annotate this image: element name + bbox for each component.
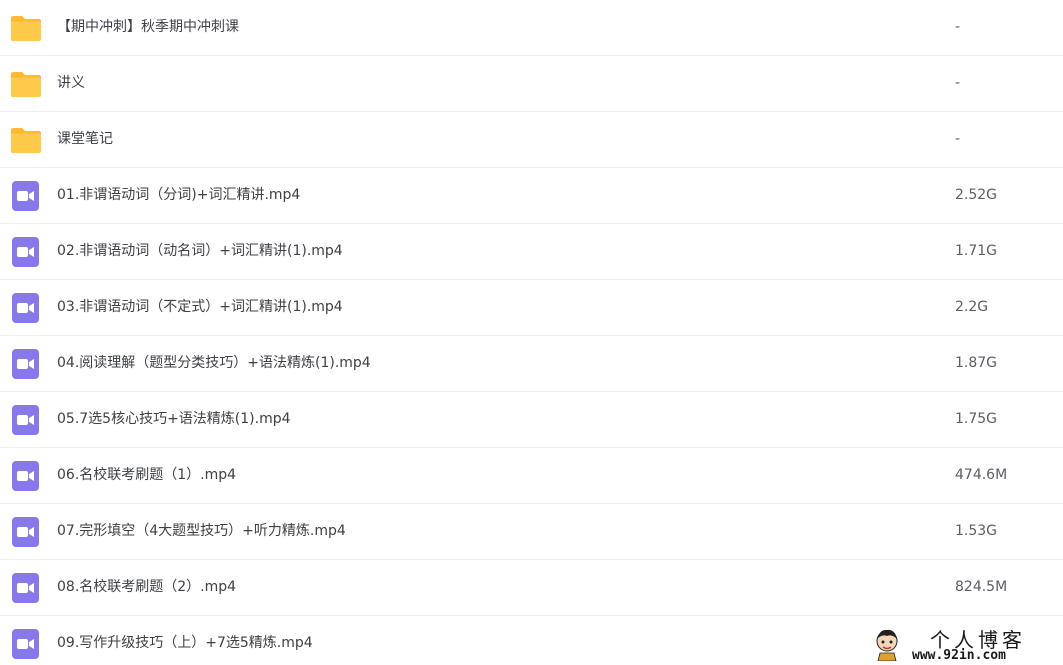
file-size: 2.2G (955, 299, 989, 315)
folder-icon (11, 128, 41, 153)
folder-icon (11, 16, 41, 41)
file-name[interactable]: 07.完形填空（4大题型技巧）+听力精炼.mp4 (57, 504, 346, 559)
file-size: 1.75G (955, 411, 998, 427)
video-file-icon (12, 517, 39, 547)
video-file-icon (12, 573, 39, 603)
file-size: 1.53G (955, 523, 998, 539)
file-size: 2.52G (955, 187, 998, 203)
file-size: 1.71G (955, 243, 998, 259)
video-file-icon (12, 349, 39, 379)
file-size: - (955, 131, 961, 147)
file-name[interactable]: 【期中冲刺】秋季期中冲刺课 (57, 0, 239, 55)
blog-watermark: 个人博客 www.92in.com (870, 622, 1063, 665)
file-row[interactable]: 06.名校联考刷题（1）.mp4 474.6M (0, 448, 1063, 504)
file-row[interactable]: 讲义 - (0, 56, 1063, 112)
file-row[interactable]: 课堂笔记 - (0, 112, 1063, 168)
file-size: 474.6M (955, 467, 1008, 483)
video-file-icon (12, 181, 39, 211)
folder-icon (11, 72, 41, 97)
file-row[interactable]: 01.非谓语动词（分词)+词汇精讲.mp4 2.52G (0, 168, 1063, 224)
file-size: 824.5M (955, 579, 1008, 595)
file-name[interactable]: 06.名校联考刷题（1）.mp4 (57, 448, 236, 503)
video-file-icon (12, 293, 39, 323)
file-row[interactable]: 08.名校联考刷题（2）.mp4 824.5M (0, 560, 1063, 616)
file-row[interactable]: 05.7选5核心技巧+语法精炼(1).mp4 1.75G (0, 392, 1063, 448)
file-row[interactable]: 07.完形填空（4大题型技巧）+听力精炼.mp4 1.53G (0, 504, 1063, 560)
mascot-icon (876, 629, 898, 661)
file-list: 【期中冲刺】秋季期中冲刺课 - 讲义 - 课堂笔记 - 01.非谓语动词（分词)… (0, 0, 1063, 665)
file-row[interactable]: 02.非谓语动词（动名词）+词汇精讲(1).mp4 1.71G (0, 224, 1063, 280)
file-row[interactable]: 03.非谓语动词（不定式）+词汇精讲(1).mp4 2.2G (0, 280, 1063, 336)
file-name[interactable]: 04.阅读理解（题型分类技巧）+语法精炼(1).mp4 (57, 336, 371, 391)
file-size: 1.87G (955, 355, 998, 371)
file-name[interactable]: 01.非谓语动词（分词)+词汇精讲.mp4 (57, 168, 300, 223)
file-name[interactable]: 09.写作升级技巧（上）+7选5精炼.mp4 (57, 616, 313, 665)
file-name[interactable]: 讲义 (57, 56, 85, 111)
file-name[interactable]: 05.7选5核心技巧+语法精炼(1).mp4 (57, 392, 291, 447)
file-name[interactable]: 02.非谓语动词（动名词）+词汇精讲(1).mp4 (57, 224, 343, 279)
file-row[interactable]: 04.阅读理解（题型分类技巧）+语法精炼(1).mp4 1.87G (0, 336, 1063, 392)
video-file-icon (12, 629, 39, 659)
file-size: - (955, 75, 961, 91)
video-file-icon (12, 405, 39, 435)
file-name[interactable]: 课堂笔记 (57, 112, 113, 167)
file-row[interactable]: 【期中冲刺】秋季期中冲刺课 - (0, 0, 1063, 56)
file-name[interactable]: 03.非谓语动词（不定式）+词汇精讲(1).mp4 (57, 280, 343, 335)
video-file-icon (12, 461, 39, 491)
watermark-url: www.92in.com (912, 648, 1006, 663)
video-file-icon (12, 237, 39, 267)
file-name[interactable]: 08.名校联考刷题（2）.mp4 (57, 560, 236, 615)
file-size: - (955, 19, 961, 35)
